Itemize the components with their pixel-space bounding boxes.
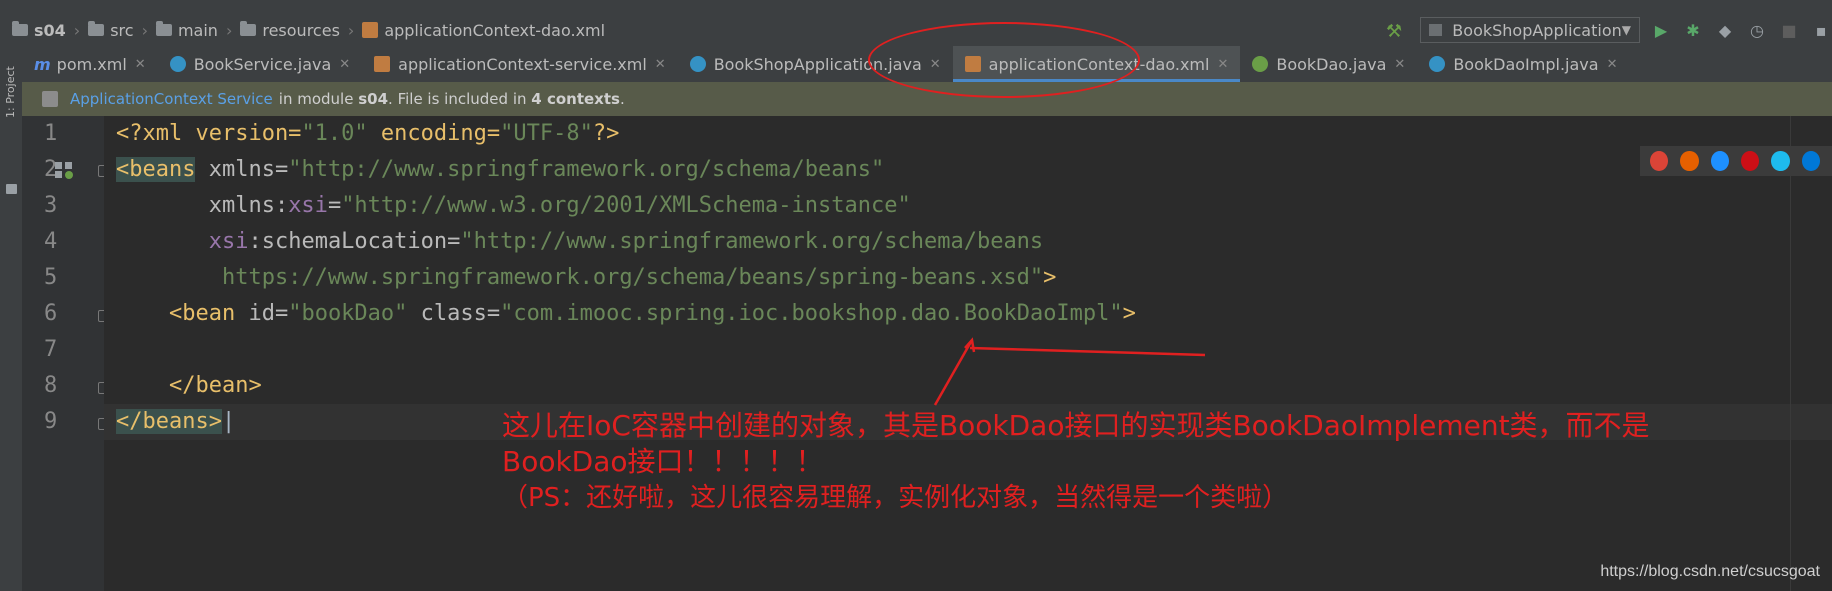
watermark-credit: https://blog.csdn.net/csucsgoat (1600, 563, 1820, 580)
annotation-underline (969, 346, 1206, 357)
annotation-circle (868, 22, 1140, 98)
annotation-text: 这儿在IoC容器中创建的对象，其是BookDao接口的实现类BookDaoImp… (502, 409, 1650, 513)
annotation-arrow (933, 339, 974, 406)
